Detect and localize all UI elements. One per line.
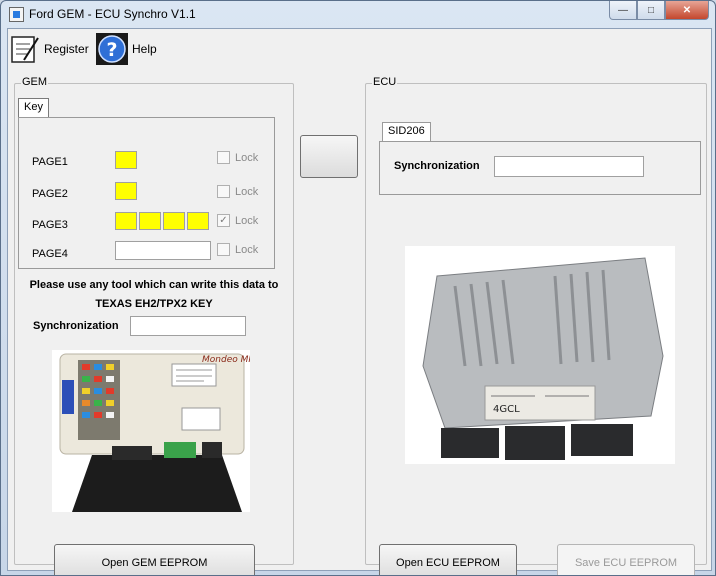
save-ecu-eeprom-button[interactable]: Save ECU EEPROM: [557, 544, 695, 575]
caption-buttons: — □ ✕: [609, 1, 709, 20]
page4-lock-label: Lock: [235, 243, 259, 256]
page2-lock-checkbox[interactable]: Lock: [217, 185, 258, 198]
gem-sync-label: Synchronization: [33, 320, 119, 332]
svg-text:?: ?: [106, 39, 117, 61]
gem-note-line2: TEXAS EH2/TPX2 KEY: [95, 298, 213, 310]
open-ecu-eeprom-button[interactable]: Open ECU EEPROM: [379, 544, 517, 575]
gem-sync-field[interactable]: [130, 316, 246, 336]
gem-group-title: GEM: [21, 76, 49, 88]
ecu-sync-label: Synchronization: [394, 160, 480, 172]
tab-key-label: Key: [24, 101, 43, 113]
page1-key-cell[interactable]: [115, 151, 137, 169]
register-notepad-icon: [11, 36, 39, 63]
gem-module-illustration: Mondeo MK4: [52, 350, 250, 512]
help-question-icon: ?: [96, 33, 128, 65]
tab-key[interactable]: Key: [18, 98, 49, 117]
page4-lock-checkbox[interactable]: Lock: [217, 243, 258, 256]
transfer-button[interactable]: [300, 135, 358, 178]
help-label: Help: [132, 42, 157, 56]
page1-lock-label: Lock: [235, 151, 259, 164]
key-tab-panel: PAGE1 Lock PAGE2 Lock PAGE3 ✓ Lock PAGE4…: [18, 117, 275, 269]
ecu-photo-label-code: 4GCL: [493, 404, 520, 415]
ecu-module-illustration: 4GCL: [405, 246, 675, 464]
page3-key-cell-2[interactable]: [139, 212, 161, 230]
page3-key-cell-1[interactable]: [115, 212, 137, 230]
ecu-group: ECU SID206 Synchronization 4GCL Open ECU…: [365, 76, 707, 575]
minimize-button[interactable]: —: [609, 1, 637, 20]
page4-label: PAGE4: [32, 248, 68, 260]
toolbar: Register ? Help: [8, 29, 711, 69]
tab-sid206-label: SID206: [388, 125, 425, 137]
page4-input[interactable]: [115, 241, 211, 260]
page3-lock-label: Lock: [235, 214, 259, 227]
register-label: Register: [44, 42, 89, 56]
tab-sid206[interactable]: SID206: [382, 122, 431, 142]
page3-lock-checkbox[interactable]: ✓ Lock: [217, 214, 258, 227]
help-menu-item[interactable]: ? Help: [96, 33, 157, 65]
page2-lock-label: Lock: [235, 185, 259, 198]
ecu-sync-field[interactable]: [494, 156, 644, 177]
maximize-button[interactable]: □: [637, 1, 665, 20]
gem-note-line1: Please use any tool which can write this…: [29, 279, 279, 291]
register-menu-item[interactable]: Register: [10, 34, 89, 64]
open-gem-eeprom-button[interactable]: Open GEM EEPROM: [54, 544, 255, 575]
page1-lock-box: [217, 151, 230, 164]
sid206-tab-panel: Synchronization: [379, 141, 701, 195]
app-window: Ford GEM - ECU Synchro V1.1 — □ ✕ Regist…: [0, 0, 716, 576]
window-title: Ford GEM - ECU Synchro V1.1: [29, 7, 196, 21]
page3-key-cell-3[interactable]: [163, 212, 185, 230]
page2-key-cell[interactable]: [115, 182, 137, 200]
page2-lock-box: [217, 185, 230, 198]
page1-lock-checkbox[interactable]: Lock: [217, 151, 258, 164]
gem-group: GEM Key PAGE1 Lock PAGE2 Lock PAGE3 ✓ Lo…: [14, 76, 294, 575]
client-area: Register ? Help GEM Key PAGE1 Lock PAGE2…: [7, 28, 712, 575]
page3-lock-box: ✓: [217, 214, 230, 227]
gem-module-photo: Mondeo MK4: [52, 350, 250, 512]
ecu-module-photo: 4GCL: [405, 246, 675, 464]
gem-photo-handwriting: Mondeo MK4: [202, 355, 250, 365]
page2-label: PAGE2: [32, 188, 68, 200]
page1-label: PAGE1: [32, 156, 68, 168]
title-bar: Ford GEM - ECU Synchro V1.1 — □ ✕: [1, 1, 715, 27]
close-button[interactable]: ✕: [665, 1, 709, 20]
page3-label: PAGE3: [32, 219, 68, 231]
page4-lock-box: [217, 243, 230, 256]
page3-key-cell-4[interactable]: [187, 212, 209, 230]
app-icon: [9, 7, 24, 22]
ecu-group-title: ECU: [372, 76, 398, 88]
